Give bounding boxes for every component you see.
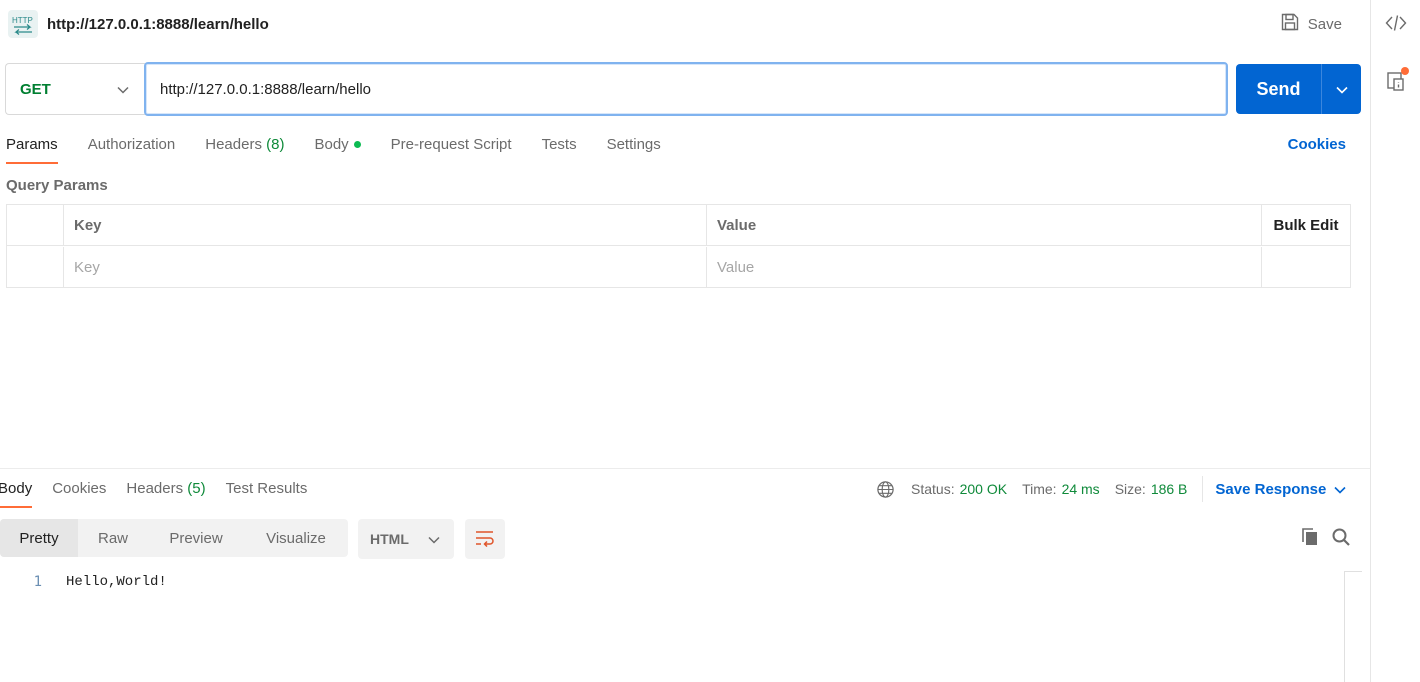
save-response-label: Save Response [1215,480,1327,498]
response-body-editor[interactable]: 1 Hello,World! [0,570,1345,682]
response-view-toggle: Pretty Raw Preview Visualize [0,519,348,557]
request-workspace: HTTP http://127.0.0.1:8888/learn/hello S… [0,0,1370,682]
row-actions-cell [1261,247,1350,288]
status-readout[interactable]: Status: 200 OK [911,481,1007,497]
chevron-down-icon [1335,81,1348,97]
value-column-header: Value [717,217,757,234]
request-name[interactable]: http://127.0.0.1:8888/learn/hello [47,16,269,33]
view-pretty-button[interactable]: Pretty [0,519,78,557]
response-tabs: Body Cookies Headers (5) Test Results [0,474,327,508]
chevron-down-icon [428,531,440,547]
tab-response-body[interactable]: Body [0,474,33,508]
tab-settings-label: Settings [606,136,661,153]
wrap-lines-icon [474,529,496,550]
tab-params-label: Params [6,136,58,153]
search-button[interactable] [1329,526,1353,550]
view-visualize-button[interactable]: Visualize [244,519,348,557]
tab-headers-label: Headers [205,136,262,153]
save-label: Save [1307,15,1342,33]
time-readout[interactable]: Time: 24 ms [1022,481,1100,497]
format-select[interactable]: HTML [358,519,454,559]
send-options-button[interactable] [1322,81,1361,97]
tab-pre-request-label: Pre-request Script [390,136,512,153]
save-button[interactable]: Save [1280,12,1342,36]
value-input[interactable]: Value [707,247,1261,288]
tab-tests-label: Tests [541,136,577,153]
query-params-table: Key Value Bulk Edit Key Value [6,204,1351,288]
table-header-row: Key Value Bulk Edit [7,205,1350,246]
globe-icon[interactable] [876,480,895,499]
tab-response-cookies-label: Cookies [52,480,107,497]
tab-headers[interactable]: Headers (8) [205,130,284,164]
key-column-header: Key [64,205,707,246]
word-wrap-button[interactable] [465,519,505,559]
checkbox-column-header [7,205,64,246]
view-preview-button[interactable]: Preview [148,519,244,557]
size-label: Size: [1114,481,1146,497]
right-sidebar [1370,0,1420,682]
status-label: Status: [911,481,955,497]
code-line[interactable]: Hello,World! [66,574,167,590]
tab-settings[interactable]: Settings [607,130,661,164]
status-value: 200 OK [959,481,1008,497]
format-value: HTML [370,531,409,547]
cookies-link[interactable]: Cookies [1288,136,1346,153]
key-input[interactable]: Key [64,247,707,288]
tab-test-results-label: Test Results [225,480,308,497]
headers-count: (8) [266,136,285,153]
tab-pre-request-script[interactable]: Pre-request Script [391,130,512,164]
tab-body-label: Body [314,136,349,153]
body-indicator-dot [353,140,361,148]
row-checkbox-cell [7,247,64,288]
tab-response-cookies[interactable]: Cookies [52,474,106,508]
method-select[interactable]: GET [5,63,145,115]
time-value: 24 ms [1061,481,1100,497]
editor-scrollbar[interactable] [1344,571,1362,682]
table-row: Key Value [7,247,1350,288]
copy-icon [1300,527,1320,550]
chevron-down-icon [117,81,129,98]
copy-button[interactable] [1298,526,1322,550]
method-value: GET [20,80,51,98]
meta-divider [1202,476,1204,502]
tab-response-headers-label: Headers [126,480,184,497]
code-snippet-button[interactable] [1371,4,1420,44]
tab-authorization[interactable]: Authorization [88,130,176,164]
search-icon [1331,527,1351,550]
http-icon-text: HTTP [12,16,33,25]
tab-response-body-label: Body [0,480,33,497]
view-raw-button[interactable]: Raw [78,519,148,557]
tab-params[interactable]: Params [6,130,58,164]
documentation-button[interactable] [1371,62,1420,102]
http-request-icon: HTTP [8,10,38,38]
pane-divider[interactable] [0,468,1370,469]
line-number: 1 [33,574,42,590]
url-bar: GET http://127.0.0.1:8888/learn/hello Se… [5,62,1361,116]
send-button[interactable]: Send [1236,64,1361,114]
save-response-button[interactable]: Save Response [1215,481,1346,498]
size-readout[interactable]: Size: 186 B [1115,481,1188,497]
chevron-down-icon [1334,481,1346,498]
time-label: Time: [1022,481,1057,497]
request-title-row: HTTP http://127.0.0.1:8888/learn/hello S… [0,0,1370,48]
tab-body[interactable]: Body [314,130,361,164]
notification-dot [1401,67,1409,75]
query-params-label: Query Params [6,177,108,194]
code-icon [1385,14,1407,35]
tab-authorization-label: Authorization [87,136,176,153]
request-tabs: Params Authorization Headers (8) Body Pr… [6,130,691,164]
bulk-edit-button[interactable]: Bulk Edit [1261,205,1350,246]
tab-tests[interactable]: Tests [542,130,577,164]
send-label: Send [1256,78,1301,99]
tab-test-results[interactable]: Test Results [226,474,308,508]
save-icon [1280,12,1300,36]
response-meta: Status: 200 OK Time: 24 ms Size: 186 B Save… [876,476,1346,502]
size-value: 186 B [1150,481,1188,497]
response-headers-count: (5) [187,480,206,497]
tab-response-headers[interactable]: Headers (5) [126,474,205,508]
url-input[interactable]: http://127.0.0.1:8888/learn/hello [144,62,1228,116]
